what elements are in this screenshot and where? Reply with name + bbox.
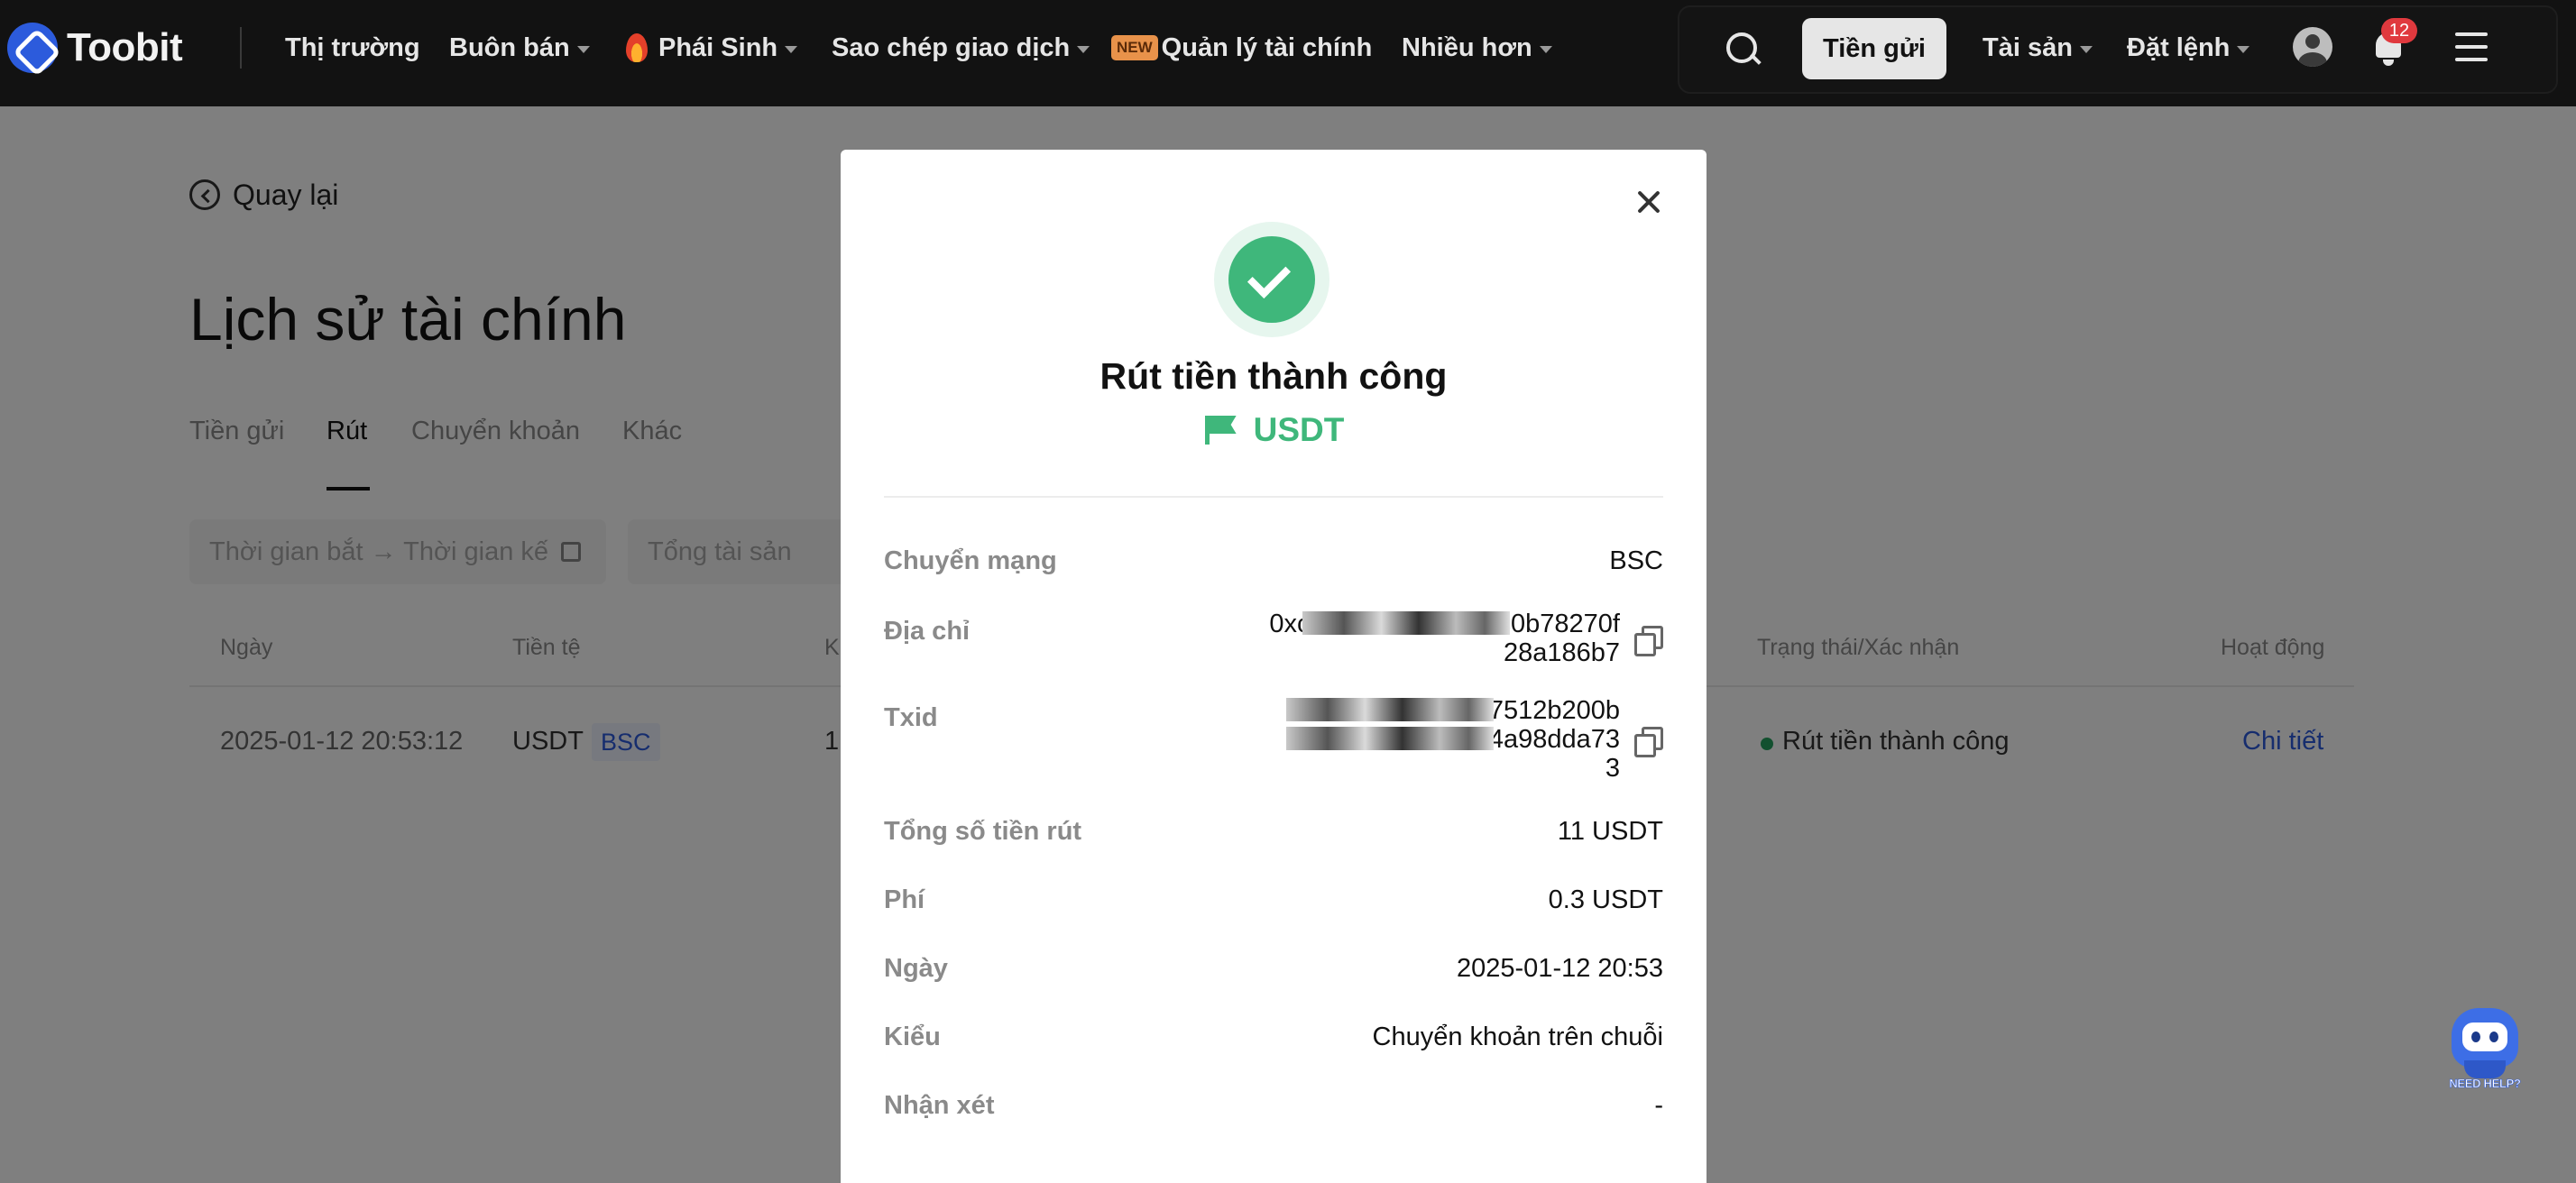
address-value-line2: 28a186b7	[1503, 638, 1620, 667]
notification-badge: 12	[2381, 18, 2417, 43]
address-label: Địa chỉ	[884, 617, 971, 646]
network-value: BSC	[1609, 546, 1663, 575]
redaction-mask	[1286, 698, 1494, 721]
nav-more-label: Nhiều hơn	[1402, 33, 1532, 62]
nav-divider	[240, 27, 242, 69]
modal-title: Rút tiền thành công	[1099, 355, 1448, 397]
date-label: Ngày	[884, 954, 948, 983]
brand-name: Toobit	[67, 25, 183, 69]
network-label: Chuyển mạng	[884, 546, 1057, 575]
nav-market[interactable]: Thị trường	[285, 27, 420, 69]
txid-label: Txid	[884, 703, 938, 732]
top-navbar: Toobit Thị trường Buôn bán Phái Sinh Sao…	[0, 0, 2576, 106]
nav-copy-trading-label: Sao chép giao dịch	[832, 33, 1071, 62]
chevron-down-icon	[1077, 46, 1090, 53]
chevron-down-icon	[1539, 46, 1552, 53]
help-bot-label: NEED HELP?	[2449, 1077, 2521, 1091]
nav-market-label: Thị trường	[285, 33, 420, 62]
close-icon[interactable]	[1631, 184, 1667, 220]
new-badge: NEW	[1111, 35, 1158, 60]
usdt-coin-icon	[1203, 414, 1239, 446]
nav-wealth-label: Quản lý tài chính	[1161, 33, 1373, 62]
fee-value: 0.3 USDT	[1548, 885, 1663, 914]
toobit-logo[interactable]: Toobit	[7, 23, 183, 73]
coin-name: USDT	[1253, 411, 1345, 448]
copy-icon[interactable]	[1634, 626, 1663, 656]
logo-icon	[7, 23, 58, 73]
search-icon[interactable]	[1723, 29, 1762, 69]
remark-value: -	[1654, 1091, 1663, 1120]
nav-trade-label: Buôn bán	[449, 33, 570, 62]
total-value: 11 USDT	[1557, 817, 1663, 846]
hamburger-menu-icon[interactable]	[2455, 32, 2488, 61]
total-label: Tổng số tiền rút	[884, 817, 1082, 846]
nav-derivatives-label: Phái Sinh	[658, 33, 778, 62]
nav-wealth[interactable]: NEW Quản lý tài chính	[1111, 27, 1372, 69]
nav-assets[interactable]: Tài sản	[1983, 27, 2093, 69]
fire-icon	[626, 33, 648, 62]
type-label: Kiểu	[884, 1023, 941, 1051]
nav-assets-label: Tài sản	[1983, 33, 2073, 62]
nav-orders[interactable]: Đặt lệnh	[2127, 27, 2250, 69]
fee-label: Phí	[884, 885, 925, 914]
nav-orders-label: Đặt lệnh	[2127, 33, 2231, 62]
nav-more[interactable]: Nhiều hơn	[1402, 27, 1552, 69]
copy-icon[interactable]	[1634, 727, 1663, 757]
redaction-mask	[1302, 611, 1510, 635]
date-value: 2025-01-12 20:53	[1457, 954, 1663, 983]
nav-trade[interactable]: Buôn bán	[449, 27, 590, 69]
chevron-down-icon	[576, 46, 590, 53]
robot-icon	[2452, 1008, 2518, 1068]
redaction-mask	[1286, 727, 1494, 750]
withdrawal-success-modal: Rút tiền thành công USDT Chuyển mạng BSC…	[841, 150, 1707, 1183]
remark-label: Nhận xét	[884, 1091, 995, 1120]
chevron-down-icon	[2079, 46, 2093, 53]
nav-derivatives[interactable]: Phái Sinh	[626, 27, 798, 69]
success-icon	[1214, 222, 1329, 337]
chevron-down-icon	[2237, 46, 2250, 53]
help-bot-button[interactable]: NEED HELP?	[2444, 1004, 2525, 1091]
deposit-button[interactable]: Tiền gửi	[1802, 18, 1946, 79]
txid-value-line3: 3	[1605, 754, 1620, 783]
user-avatar-icon[interactable]	[2293, 27, 2332, 67]
coin-label: USDT	[841, 408, 1707, 453]
nav-copy-trading[interactable]: Sao chép giao dịch	[832, 27, 1090, 69]
type-value: Chuyển khoản trên chuỗi	[1372, 1023, 1663, 1051]
chevron-down-icon	[785, 46, 798, 53]
check-icon	[1228, 236, 1315, 323]
modal-divider	[884, 496, 1663, 498]
